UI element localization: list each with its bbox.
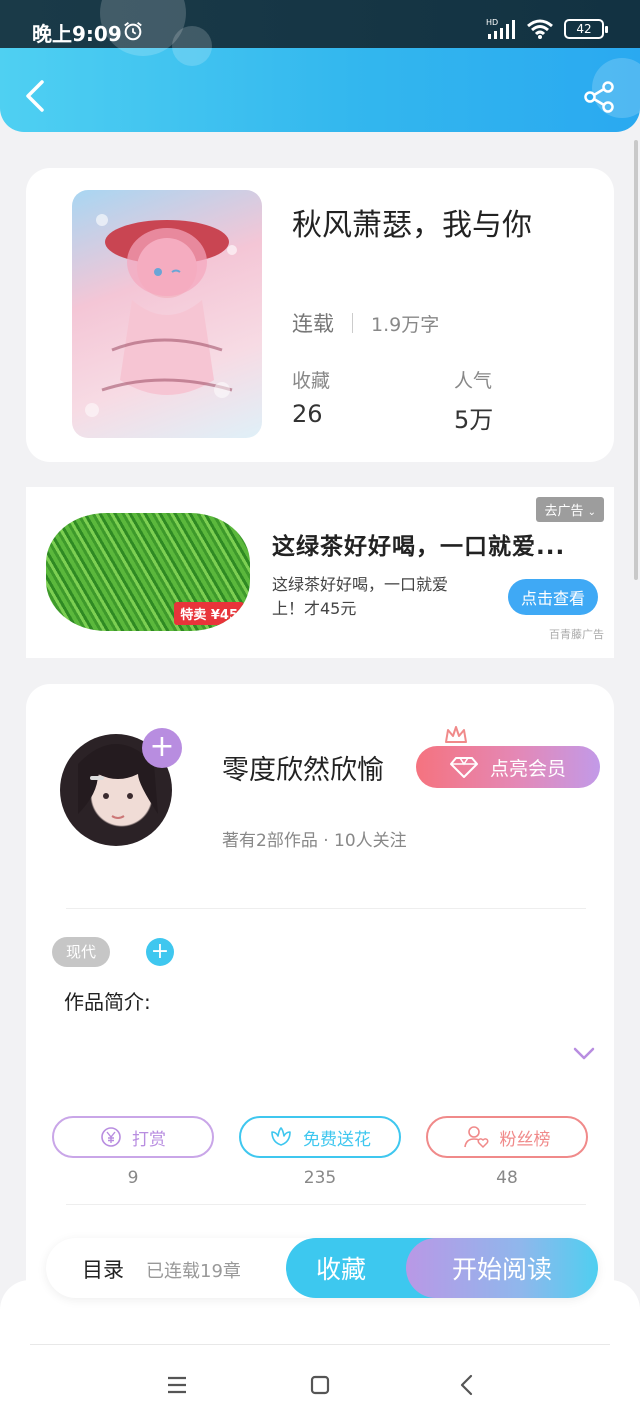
user-heart-icon [463, 1126, 488, 1149]
genre-tag[interactable]: 现代 [52, 937, 111, 967]
popularity-count: 5万 [454, 406, 494, 434]
start-reading-button[interactable]: 开始阅读 [406, 1238, 598, 1298]
fan-ranking-label: 粉丝榜 [499, 1129, 551, 1150]
home-icon[interactable] [305, 1370, 335, 1400]
fan-count: 48 [496, 1168, 518, 1188]
bottom-action-bar: 目录 已连载19章 收藏 开始阅读 [46, 1238, 598, 1298]
battery-level: 42 [576, 22, 592, 36]
scrollbar[interactable] [634, 140, 638, 580]
wifi-icon [527, 19, 553, 39]
book-status-row: 连载 1.9万字 [292, 308, 439, 338]
divider [30, 1344, 610, 1345]
flower-count: 235 [303, 1168, 337, 1188]
book-info-card: 秋风萧瑟，我与你 连载 1.9万字 收藏 26 人气 5万 [26, 168, 614, 462]
ad-title: 这绿茶好好喝，一口就爱... [272, 534, 566, 560]
book-title: 秋风萧瑟，我与你 [292, 208, 532, 243]
ad-image-badge: 特卖 ¥45 [174, 602, 244, 625]
crown-icon [445, 726, 467, 743]
back-button[interactable] [18, 76, 54, 116]
menu-icon[interactable] [162, 1370, 192, 1400]
diamond-icon [449, 757, 478, 778]
ad-image[interactable]: 特卖 ¥45 [46, 513, 250, 631]
remove-ad-button[interactable]: 去广告 ⌄ [536, 497, 604, 522]
divider [352, 313, 353, 333]
decor-bubble [172, 26, 212, 66]
intro-label: 作品简介: [64, 990, 151, 1014]
battery-indicator: 42 [564, 19, 608, 39]
ad-source: 百青藤广告 [549, 628, 604, 641]
tip-button[interactable]: 打赏 [52, 1116, 214, 1158]
chapter-info: 已连载19章 [146, 1261, 241, 1282]
add-tag-button[interactable]: + [146, 938, 174, 966]
top-header: 晚上9:09 HD 42 [0, 0, 640, 132]
toc-button[interactable]: 目录 [82, 1254, 124, 1284]
divider [66, 1204, 586, 1205]
network-label: HD [486, 18, 498, 27]
serial-status: 连载 [292, 312, 334, 336]
word-count: 1.9万字 [371, 313, 440, 336]
signal-icon: HD [486, 18, 515, 39]
vip-label: 点亮会员 [489, 757, 566, 780]
divider [66, 908, 586, 909]
status-bar: 晚上9:09 HD 42 [0, 0, 640, 66]
bottom-panel [0, 1280, 640, 1422]
status-icons: HD 42 [486, 18, 608, 40]
ad-banner[interactable]: 特卖 ¥45 去广告 ⌄ 这绿茶好好喝，一口就爱... 这绿茶好好喝，一口就爱上… [26, 487, 614, 658]
popularity-label: 人气 [454, 370, 493, 392]
fan-ranking-button[interactable]: 粉丝榜 [426, 1116, 588, 1158]
author-meta: 著有2部作品 · 10人关注 [222, 831, 407, 851]
ad-view-button[interactable]: 点击查看 [508, 579, 598, 615]
author-name[interactable]: 零度欣然欣愉 [222, 748, 384, 787]
tip-label: 打赏 [132, 1129, 166, 1150]
ad-description: 这绿茶好好喝，一口就爱上！才45元 [272, 575, 449, 618]
alarm-icon [124, 22, 142, 41]
tip-count: 9 [127, 1168, 139, 1188]
share-button[interactable] [582, 80, 616, 114]
book-cover[interactable] [72, 190, 262, 438]
remove-ad-label: 去广告 [544, 504, 584, 519]
flower-icon [271, 1127, 291, 1146]
status-time: 晚上9:09 [32, 22, 122, 46]
chevron-down-icon: ⌄ [587, 507, 596, 518]
yen-coin-icon [101, 1127, 121, 1147]
send-flower-button[interactable]: 免费送花 [239, 1116, 401, 1158]
back-nav-icon[interactable] [452, 1370, 482, 1400]
vip-button[interactable]: 点亮会员 [416, 746, 600, 788]
favorites-label: 收藏 [292, 370, 331, 392]
expand-chevron-icon[interactable] [572, 1046, 596, 1062]
favorites-count: 26 [292, 400, 323, 428]
follow-author-button[interactable]: + [142, 728, 182, 768]
send-flower-label: 免费送花 [303, 1129, 371, 1150]
cover-illustration [85, 214, 237, 417]
